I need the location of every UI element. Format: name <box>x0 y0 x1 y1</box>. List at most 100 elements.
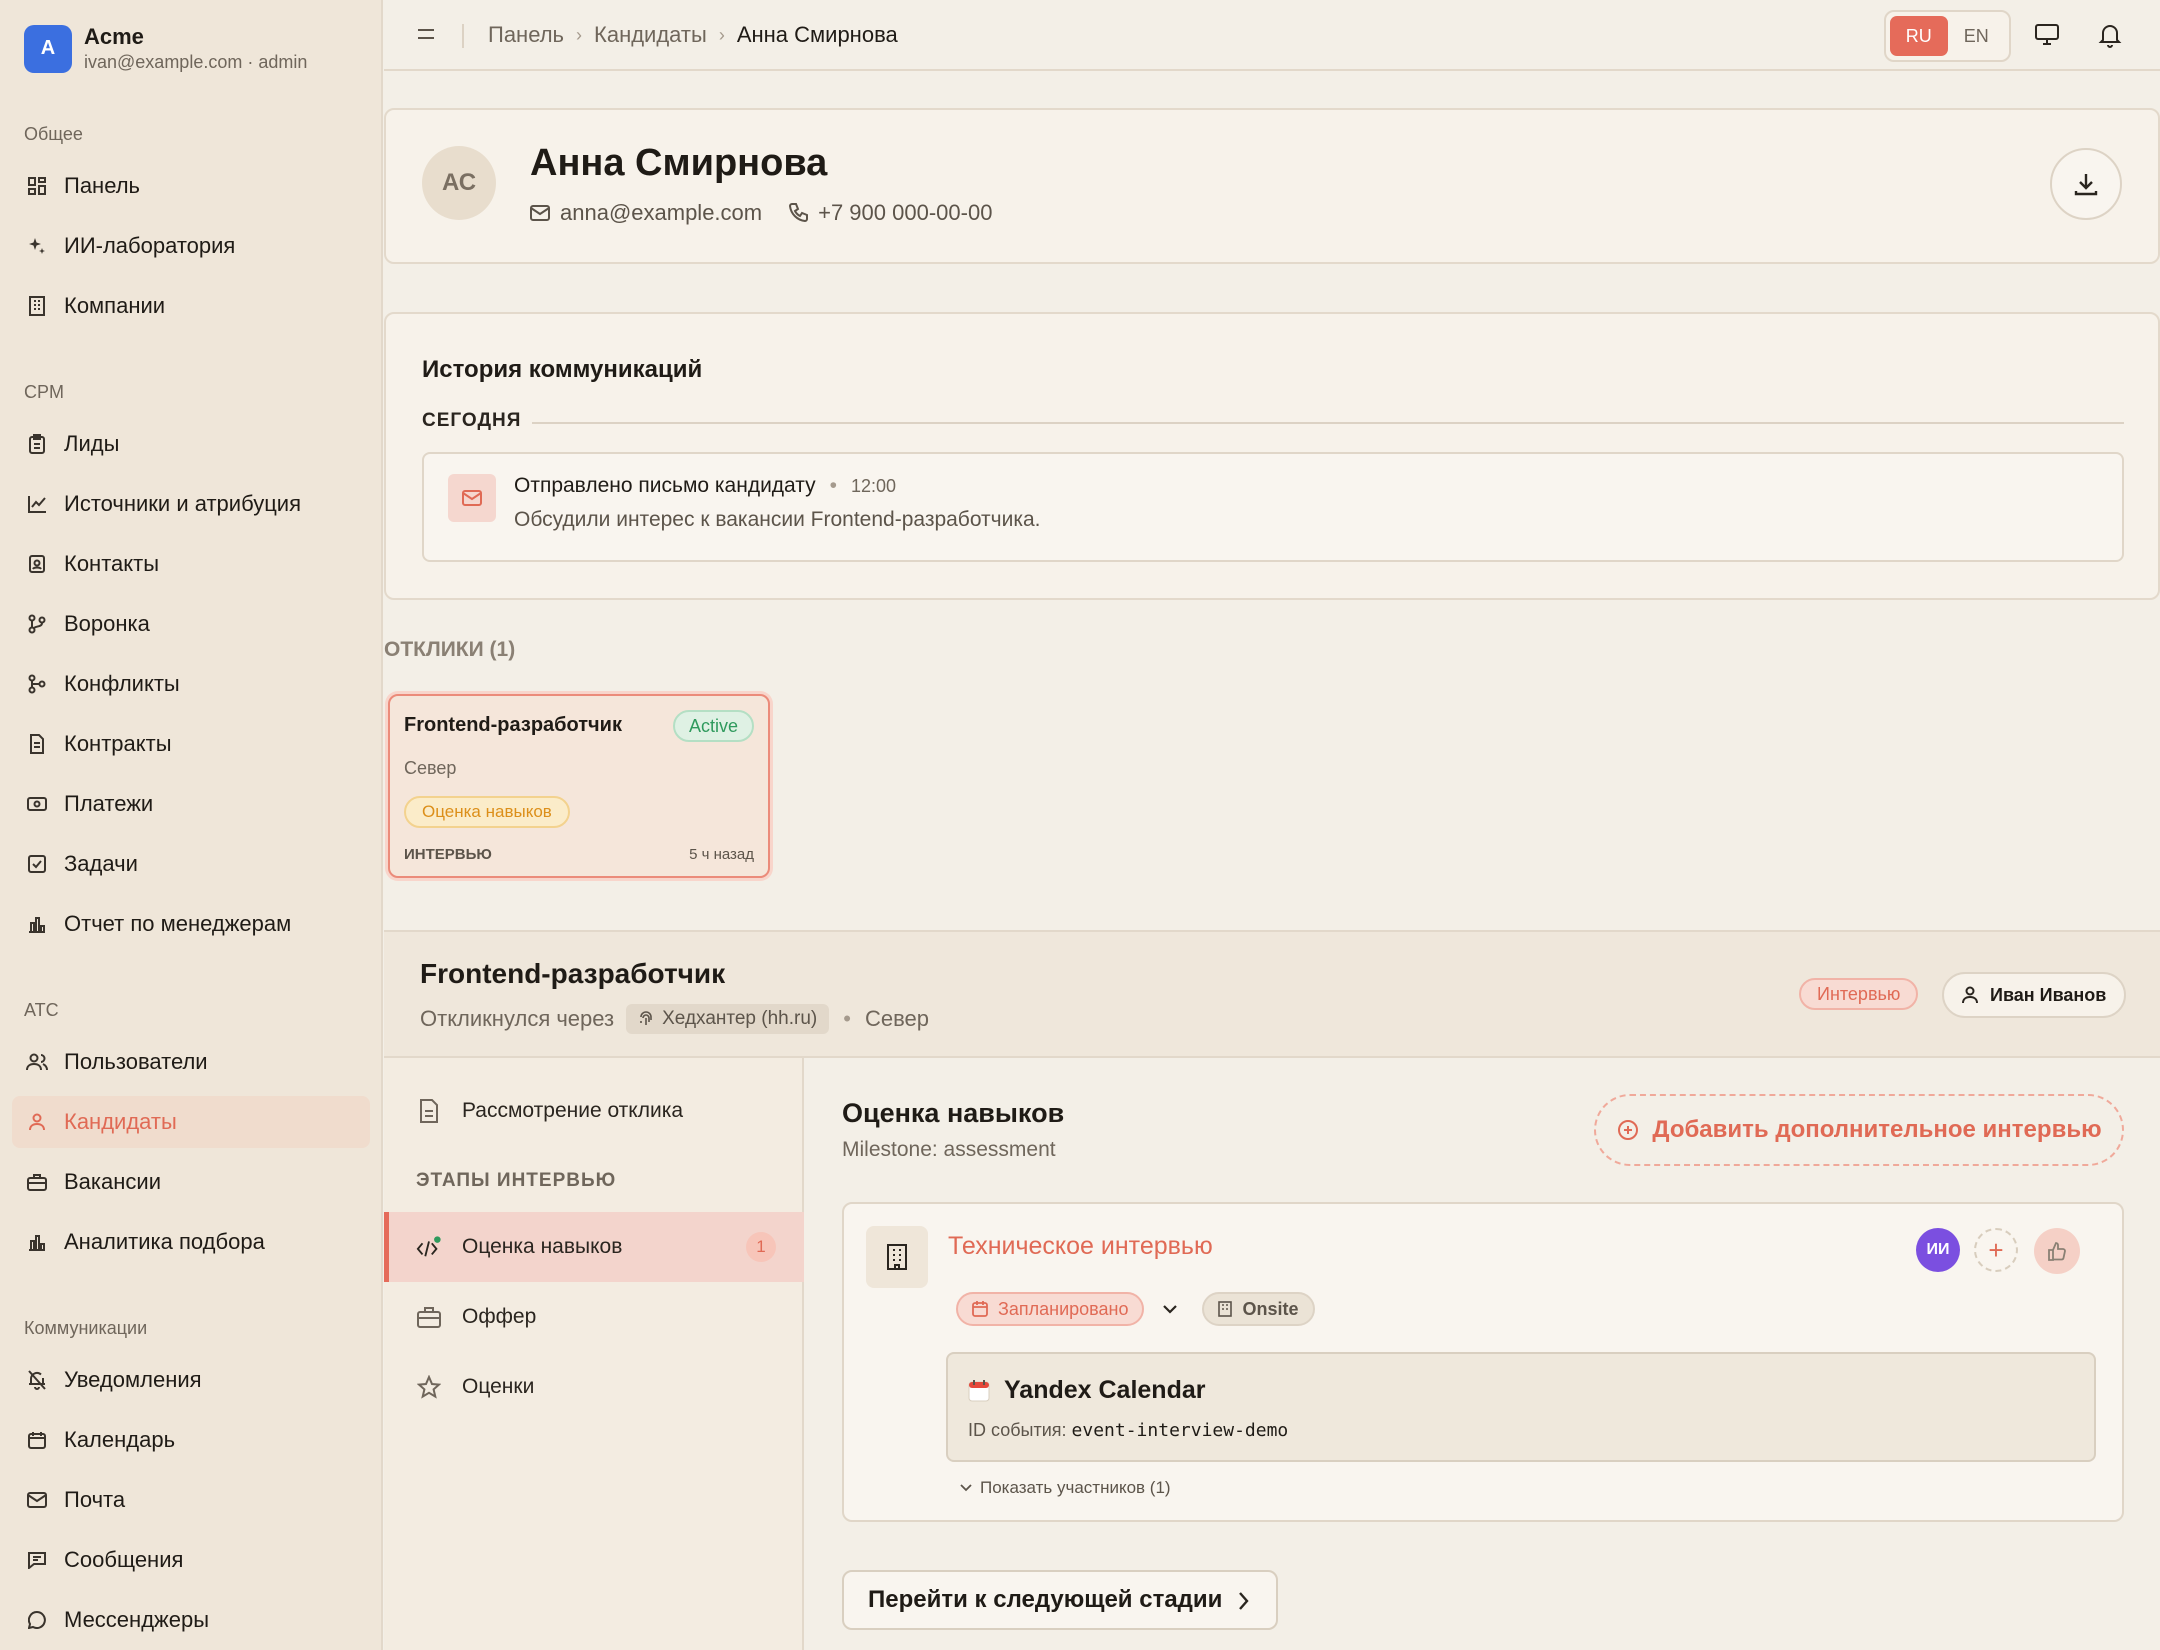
sidebar-item-conflicts[interactable]: Конфликты <box>12 658 370 710</box>
nav-section-crm: CPM <box>24 382 64 402</box>
stage-offer[interactable]: Оффер <box>384 1282 804 1352</box>
menu-toggle-icon[interactable] <box>414 22 440 48</box>
sidebar-item-contacts[interactable]: Контакты <box>12 538 370 590</box>
stage-milestone: Milestone: assessment <box>842 1138 1056 1161</box>
day-label: СЕГОДНЯ <box>422 410 522 431</box>
sidebar-item-ai-lab[interactable]: ИИ-лаборатория <box>12 220 370 272</box>
applications-label: ОТКЛИКИ (1) <box>384 638 516 661</box>
owner-button[interactable]: Иван Иванов <box>1942 972 2127 1018</box>
stages-nav: Рассмотрение отклика ЭТАПЫ ИНТЕРВЬЮ Оцен… <box>384 1058 804 1650</box>
sidebar-item-vacancies[interactable]: Вакансии <box>12 1156 370 1208</box>
language-switcher: RU EN <box>1884 10 2011 62</box>
sidebar-item-label: Источники и атрибуция <box>64 491 301 516</box>
git-branch-icon <box>26 673 48 695</box>
sidebar-item-dashboard[interactable]: Панель <box>12 160 370 212</box>
funnel-icon <box>26 613 48 635</box>
sidebar-item-calendar[interactable]: Календарь <box>12 1414 370 1466</box>
add-interviewer-button[interactable]: + <box>1974 1228 2018 1272</box>
sidebar-item-label: ИИ-лаборатория <box>64 233 236 258</box>
stage-label: Оффер <box>462 1305 537 1328</box>
interviewer-avatar[interactable]: ИИ <box>1916 1228 1960 1272</box>
briefcase-icon <box>416 1304 442 1330</box>
add-interview-button[interactable]: Добавить дополнительное интервью <box>1594 1094 2124 1166</box>
calendar-icon <box>972 1301 988 1317</box>
sidebar-item-messages[interactable]: Сообщения <box>12 1534 370 1586</box>
sidebar-item-recruiting-analytics[interactable]: Аналитика подбора <box>12 1216 370 1268</box>
breadcrumb-dashboard[interactable]: Панель <box>488 22 564 48</box>
separator-dot: • <box>829 474 837 497</box>
sidebar-item-label: Мессенджеры <box>64 1607 210 1632</box>
event-id-label: ID события: <box>968 1420 1067 1440</box>
download-button[interactable] <box>2050 148 2122 220</box>
stage-skills-assessment[interactable]: Оценка навыков 1 <box>384 1212 804 1282</box>
user-icon <box>1962 986 1978 1004</box>
sidebar-item-label: Задачи <box>64 851 138 876</box>
breadcrumb-candidates[interactable]: Кандидаты <box>594 22 707 48</box>
sidebar-item-label: Почта <box>64 1487 126 1512</box>
sidebar-item-candidates[interactable]: Кандидаты <box>12 1096 370 1148</box>
sidebar-item-manager-report[interactable]: Отчет по менеджерам <box>12 898 370 950</box>
nav-section-comms: Коммуникации <box>24 1318 148 1338</box>
status-badge: Active <box>672 710 754 742</box>
stage-label: Оценки <box>462 1375 535 1398</box>
sidebar-item-tasks[interactable]: Задачи <box>12 838 370 890</box>
star-icon <box>416 1374 442 1400</box>
sidebar-item-sources[interactable]: Источники и атрибуция <box>12 478 370 530</box>
monitor-icon[interactable] <box>2034 22 2062 50</box>
download-icon <box>2073 171 2099 197</box>
stage-review[interactable]: Рассмотрение отклика <box>384 1076 804 1146</box>
sidebar-item-notifications[interactable]: Уведомления <box>12 1354 370 1406</box>
application-stage: ИНТЕРВЬЮ <box>404 846 492 863</box>
breadcrumb: Панель › Кандидаты › Анна Смирнова <box>488 22 898 48</box>
sparkles-icon <box>26 235 48 257</box>
thumbs-up-button[interactable] <box>2034 1228 2080 1274</box>
mail-icon <box>530 205 550 221</box>
sidebar-item-label: Лиды <box>64 431 120 456</box>
users-icon <box>26 1051 48 1073</box>
history-event[interactable]: Отправлено письмо кандидату • 12:00 Обсу… <box>422 452 2124 562</box>
interview-title[interactable]: Техническое интервью <box>948 1232 1213 1261</box>
application-card[interactable]: Frontend-разработчик Active Север Оценка… <box>388 694 770 878</box>
sidebar-item-messengers[interactable]: Мессенджеры <box>12 1594 370 1646</box>
candidate-header: АС Анна Смирнова anna@example.com +7 900… <box>384 108 2160 264</box>
stage-ratings[interactable]: Оценки <box>384 1352 804 1422</box>
interview-format-badge: Onsite <box>1202 1292 1315 1326</box>
calendar-name: Yandex Calendar <box>1004 1376 1206 1404</box>
lang-ru-button[interactable]: RU <box>1890 16 1948 56</box>
sidebar-item-users[interactable]: Пользователи <box>12 1036 370 1088</box>
sidebar-item-funnel[interactable]: Воронка <box>12 598 370 650</box>
sidebar-item-label: Контракты <box>64 731 172 756</box>
lang-en-button[interactable]: EN <box>1948 16 2006 56</box>
candidate-phone[interactable]: +7 900 000-00-00 <box>818 200 992 226</box>
show-participants-toggle[interactable]: Показать участников (1) <box>960 1478 1171 1498</box>
sidebar-item-payments[interactable]: Платежи <box>12 778 370 830</box>
sidebar-item-label: Платежи <box>64 791 154 816</box>
sidebar-item-leads[interactable]: Лиды <box>12 418 370 470</box>
briefcase-icon <box>26 1171 48 1193</box>
interview-status-badge[interactable]: Запланировано <box>956 1292 1145 1326</box>
sidebar-item-label: Аналитика подбора <box>64 1229 265 1254</box>
nav-section-ats: ATC <box>24 1000 59 1020</box>
sidebar-item-label: Контакты <box>64 551 160 576</box>
sidebar-item-label: Конфликты <box>64 671 180 696</box>
next-stage-button[interactable]: Перейти к следующей стадии <box>842 1570 1278 1630</box>
bar-chart-icon <box>26 1231 48 1253</box>
chevron-right-icon <box>1238 1590 1250 1612</box>
applied-via-label: Откликнулся через <box>420 1006 615 1031</box>
sidebar-item-mail[interactable]: Почта <box>12 1474 370 1526</box>
message-circle-icon <box>26 1609 48 1631</box>
sidebar-item-contracts[interactable]: Контракты <box>12 718 370 770</box>
building-icon <box>866 1226 928 1288</box>
event-id: event-interview-demo <box>1071 1420 1289 1441</box>
sidebar-item-companies[interactable]: Компании <box>12 280 370 332</box>
source-name: Хедхантер (hh.ru) <box>662 1008 818 1029</box>
chart-line-icon <box>26 493 48 515</box>
chevron-down-icon[interactable] <box>1162 1304 1178 1314</box>
sidebar-item-label: Компании <box>64 293 166 318</box>
candidate-email[interactable]: anna@example.com <box>560 200 762 226</box>
next-stage-label: Перейти к следующей стадии <box>868 1586 1223 1613</box>
divider <box>462 24 464 48</box>
brand[interactable]: A Acme ivan@example.com · admin <box>24 24 307 73</box>
application-location: Север <box>404 758 457 778</box>
bell-icon[interactable] <box>2098 22 2126 50</box>
